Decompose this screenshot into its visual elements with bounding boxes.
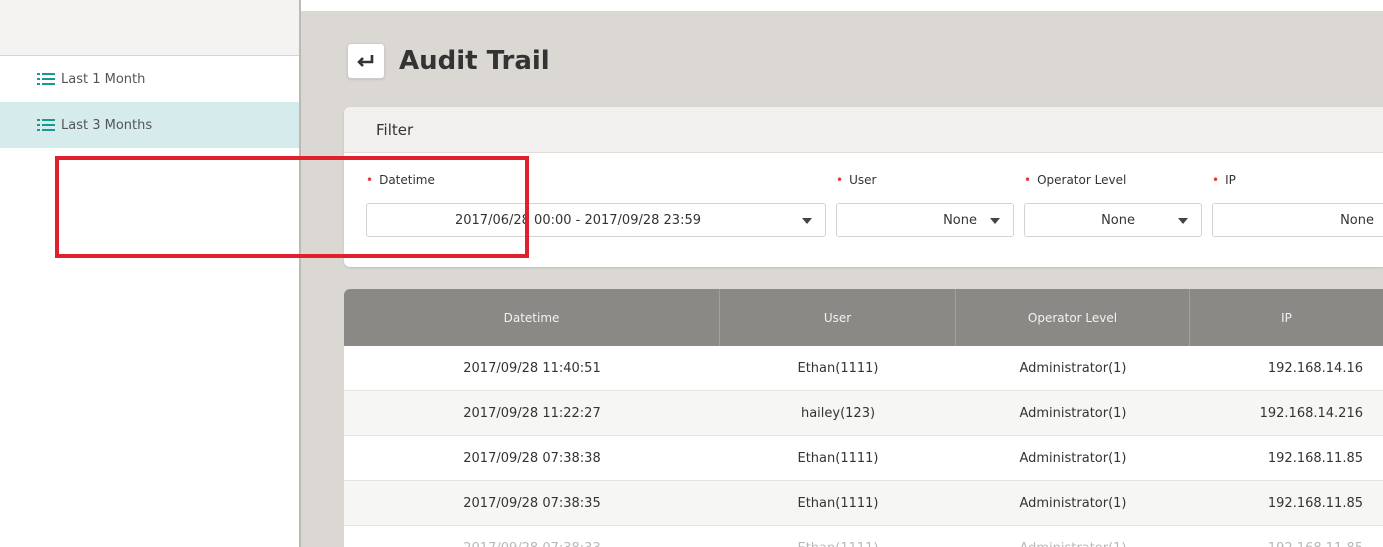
ip-select[interactable]: None	[1212, 203, 1383, 237]
table-row[interactable]: 2017/09/28 11:40:51 Ethan(1111) Administ…	[344, 346, 1383, 391]
sidebar: Last 1 Month Last 3 Months	[0, 0, 301, 547]
cell-user: Ethan(1111)	[797, 495, 879, 511]
cell-datetime: 2017/09/28 07:38:35	[463, 495, 601, 511]
datetime-label: • Datetime	[366, 173, 435, 187]
column-header-ip[interactable]: IP	[1190, 289, 1383, 346]
table-row[interactable]: 2017/09/28 07:38:38 Ethan(1111) Administ…	[344, 436, 1383, 481]
required-marker: •	[1024, 173, 1032, 187]
required-marker: •	[366, 173, 374, 187]
user-value: None	[943, 212, 977, 228]
sidebar-header	[0, 0, 299, 56]
column-header-user[interactable]: User	[720, 289, 956, 346]
sidebar-item-label: Last 1 Month	[61, 71, 146, 87]
user-select[interactable]: None	[836, 203, 1014, 237]
cell-datetime: 2017/09/28 07:38:38	[463, 450, 601, 466]
chevron-down-icon	[802, 218, 812, 224]
page-title: Audit Trail	[399, 46, 550, 76]
datetime-select[interactable]: 2017/06/28 00:00 - 2017/09/28 23:59	[366, 203, 826, 237]
required-marker: •	[836, 173, 844, 187]
ip-label: • IP	[1212, 173, 1236, 187]
return-arrow-icon	[357, 55, 374, 67]
cell-datetime: 2017/09/28 07:38:33	[344, 526, 720, 547]
filter-title: Filter	[344, 107, 1383, 153]
filter-panel: Filter • Datetime 2017/06/28 00:00 - 2017…	[344, 107, 1383, 267]
cell-user: Ethan(1111)	[797, 360, 879, 376]
operator-level-select[interactable]: None	[1024, 203, 1202, 237]
cell-user: Ethan(1111)	[797, 450, 879, 466]
audit-table: Datetime User Operator Level IP 2017/09/…	[344, 289, 1383, 547]
back-button[interactable]	[347, 43, 385, 79]
cell-user: Ethan(1111)	[720, 526, 956, 547]
user-label: • User	[836, 173, 877, 187]
operator-level-value: None	[1101, 212, 1135, 228]
list-icon	[37, 73, 55, 85]
chevron-down-icon	[1178, 218, 1188, 224]
required-marker: •	[1212, 173, 1220, 187]
chevron-down-icon	[990, 218, 1000, 224]
cell-operator-level: Administrator(1)	[1019, 405, 1127, 421]
table-row[interactable]: 2017/09/28 11:22:27 hailey(123) Administ…	[344, 391, 1383, 436]
cell-datetime: 2017/09/28 11:40:51	[463, 360, 601, 376]
cell-user: hailey(123)	[800, 405, 876, 421]
table-header: Datetime User Operator Level IP	[344, 289, 1383, 346]
page-header: Audit Trail	[347, 43, 550, 79]
column-header-datetime[interactable]: Datetime	[344, 289, 720, 346]
sidebar-item-last-1-month[interactable]: Last 1 Month	[0, 56, 299, 102]
cell-ip: 192.168.11.85	[1267, 450, 1363, 466]
cell-ip: 192.168.14.16	[1267, 360, 1363, 376]
main-content: Audit Trail Filter • Datetime 2017/06/28 …	[301, 11, 1383, 547]
list-icon	[37, 119, 55, 131]
cell-ip: 192.168.14.216	[1259, 405, 1363, 421]
cell-ip: 192.168.11.85	[1190, 526, 1383, 547]
column-header-operator-level[interactable]: Operator Level	[956, 289, 1190, 346]
ip-value: None	[1340, 212, 1374, 228]
sidebar-item-last-3-months[interactable]: Last 3 Months	[0, 102, 299, 148]
datetime-value: 2017/06/28 00:00 - 2017/09/28 23:59	[454, 212, 701, 228]
cell-datetime: 2017/09/28 11:22:27	[463, 405, 601, 421]
table-row[interactable]: 2017/09/28 07:38:33 Ethan(1111) Administ…	[344, 526, 1383, 547]
table-row[interactable]: 2017/09/28 07:38:35 Ethan(1111) Administ…	[344, 481, 1383, 526]
cell-operator-level: Administrator(1)	[1019, 495, 1127, 511]
sidebar-item-label: Last 3 Months	[61, 117, 153, 133]
cell-operator-level: Administrator(1)	[956, 526, 1190, 547]
cell-operator-level: Administrator(1)	[1019, 360, 1127, 376]
operator-level-label: • Operator Level	[1024, 173, 1127, 187]
cell-operator-level: Administrator(1)	[1019, 450, 1127, 466]
cell-ip: 192.168.11.85	[1267, 495, 1363, 511]
